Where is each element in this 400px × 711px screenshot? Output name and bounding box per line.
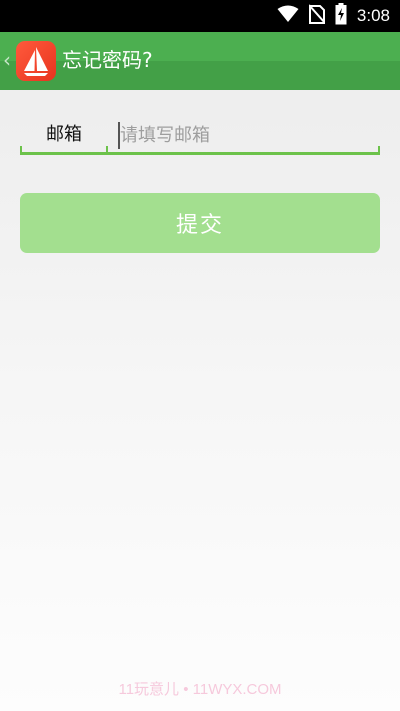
underline-tick-left <box>20 146 22 155</box>
underline-tick-middle <box>106 146 108 155</box>
submit-button[interactable]: 提交 <box>20 193 380 253</box>
status-bar: 3:08 <box>0 0 400 32</box>
wifi-icon <box>277 5 299 27</box>
back-chevron-icon[interactable]: ‹ <box>3 48 11 72</box>
email-row: 邮箱 <box>20 117 380 157</box>
status-time: 3:08 <box>356 6 390 25</box>
page-title: 忘记密码? <box>62 48 153 72</box>
sailboat-logo-icon <box>16 41 56 81</box>
battery-charging-icon <box>335 3 347 29</box>
email-label: 邮箱 <box>46 124 82 145</box>
underline-tick-right <box>378 146 380 155</box>
no-sim-icon <box>308 4 326 28</box>
watermark: 11玩意儿 • 11WYX.COM <box>118 681 282 698</box>
status-icons: 3:08 <box>277 0 390 32</box>
email-input[interactable] <box>117 117 380 153</box>
email-label-underline <box>20 152 106 155</box>
text-caret <box>118 122 120 149</box>
app-bar: ‹ 忘记密码? <box>0 32 400 90</box>
email-input-underline <box>108 152 380 155</box>
